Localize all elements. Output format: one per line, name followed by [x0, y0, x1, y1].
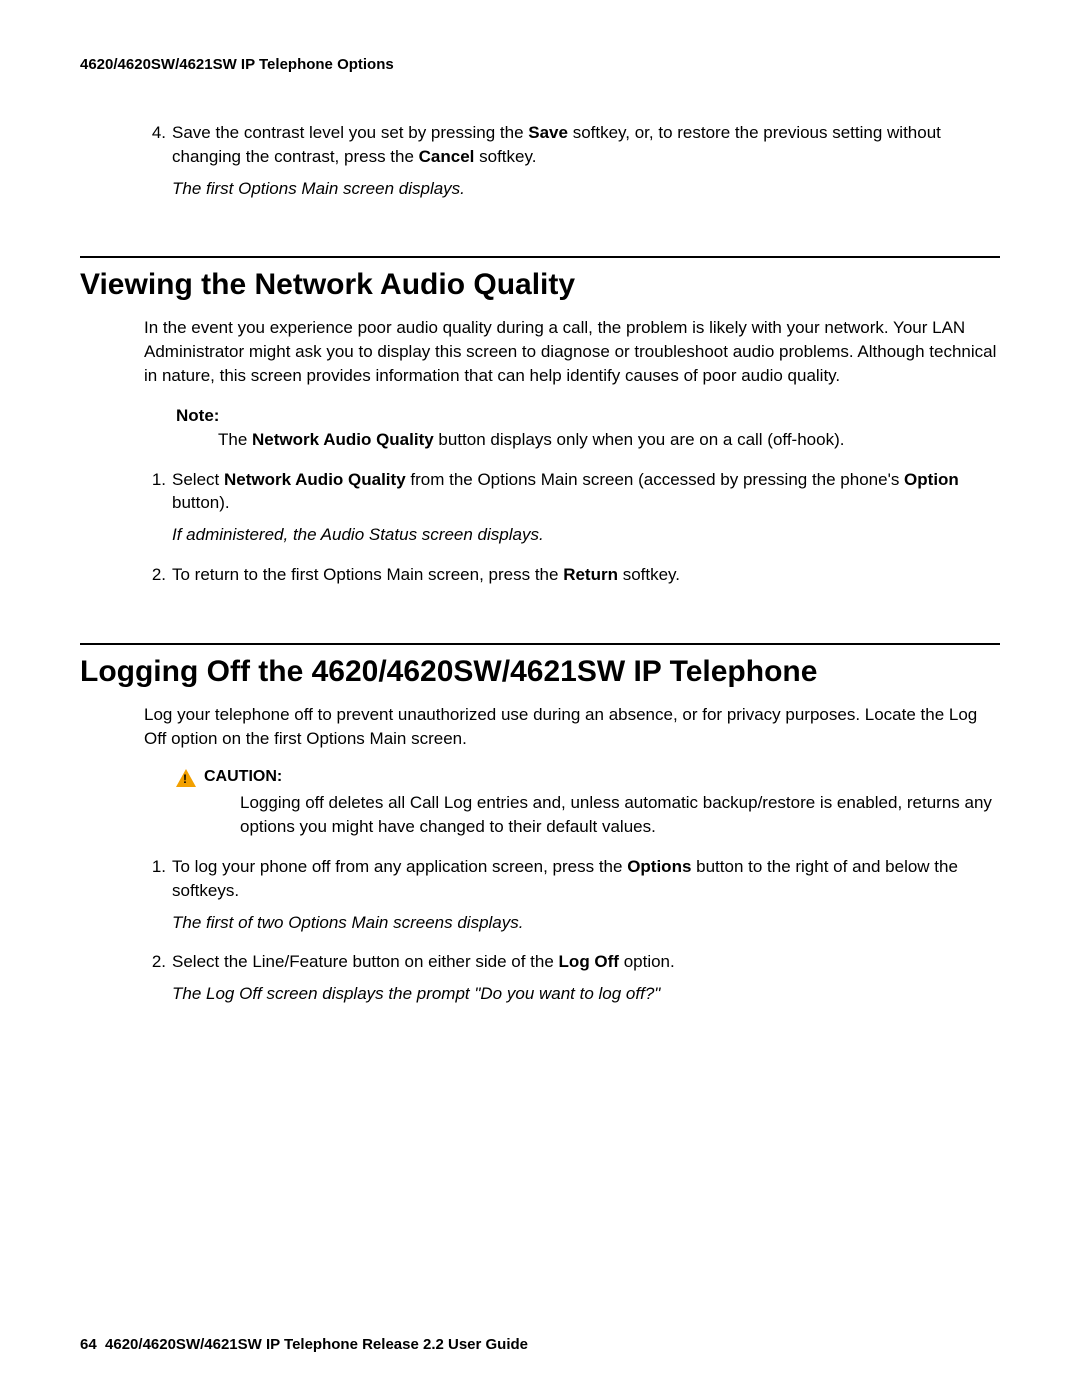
- intro-block: 4. Save the contrast level you set by pr…: [144, 121, 1000, 200]
- sec1-para: In the event you experience poor audio q…: [144, 316, 1000, 387]
- section-heading-logging-off: Logging Off the 4620/4620SW/4621SW IP Te…: [80, 655, 1000, 689]
- sec1-step2: 2. To return to the first Options Main s…: [144, 563, 1000, 587]
- sec2-step2-result: The Log Off screen displays the prompt "…: [172, 982, 1000, 1006]
- caution-block: CAUTION:: [176, 768, 1000, 787]
- sec2-step1: 1. To log your phone off from any applic…: [144, 855, 1000, 934]
- note-block: Note: The Network Audio Quality button d…: [176, 406, 1000, 452]
- sec1-step1-result: If administered, the Audio Status screen…: [172, 523, 1000, 547]
- sec1-step1: 1. Select Network Audio Quality from the…: [144, 468, 1000, 547]
- note-body: The Network Audio Quality button display…: [218, 428, 1000, 452]
- caution-icon: [176, 769, 196, 787]
- page-footer: 64 4620/4620SW/4621SW IP Telephone Relea…: [80, 1336, 528, 1353]
- section-heading-audio-quality: Viewing the Network Audio Quality: [80, 268, 1000, 302]
- footer-text: 4620/4620SW/4621SW IP Telephone Release …: [105, 1336, 528, 1353]
- page: 4620/4620SW/4621SW IP Telephone Options …: [0, 0, 1080, 1397]
- caution-body: Logging off deletes all Call Log entries…: [240, 791, 1000, 839]
- step-4-result: The first Options Main screen displays.: [172, 177, 1000, 201]
- sec2-step2: 2. Select the Line/Feature button on eit…: [144, 950, 1000, 1006]
- sec2-body: Log your telephone off to prevent unauth…: [144, 703, 1000, 1006]
- page-number: 64: [80, 1336, 97, 1353]
- note-label: Note:: [176, 406, 1000, 426]
- running-header: 4620/4620SW/4621SW IP Telephone Options: [80, 56, 1000, 73]
- step-4: 4. Save the contrast level you set by pr…: [144, 121, 1000, 200]
- sec2-para: Log your telephone off to prevent unauth…: [144, 703, 1000, 751]
- sec1-body: In the event you experience poor audio q…: [144, 316, 1000, 586]
- section-rule: [80, 256, 1000, 258]
- caution-label: CAUTION:: [204, 768, 282, 786]
- sec2-step1-result: The first of two Options Main screens di…: [172, 911, 1000, 935]
- section-rule: [80, 643, 1000, 645]
